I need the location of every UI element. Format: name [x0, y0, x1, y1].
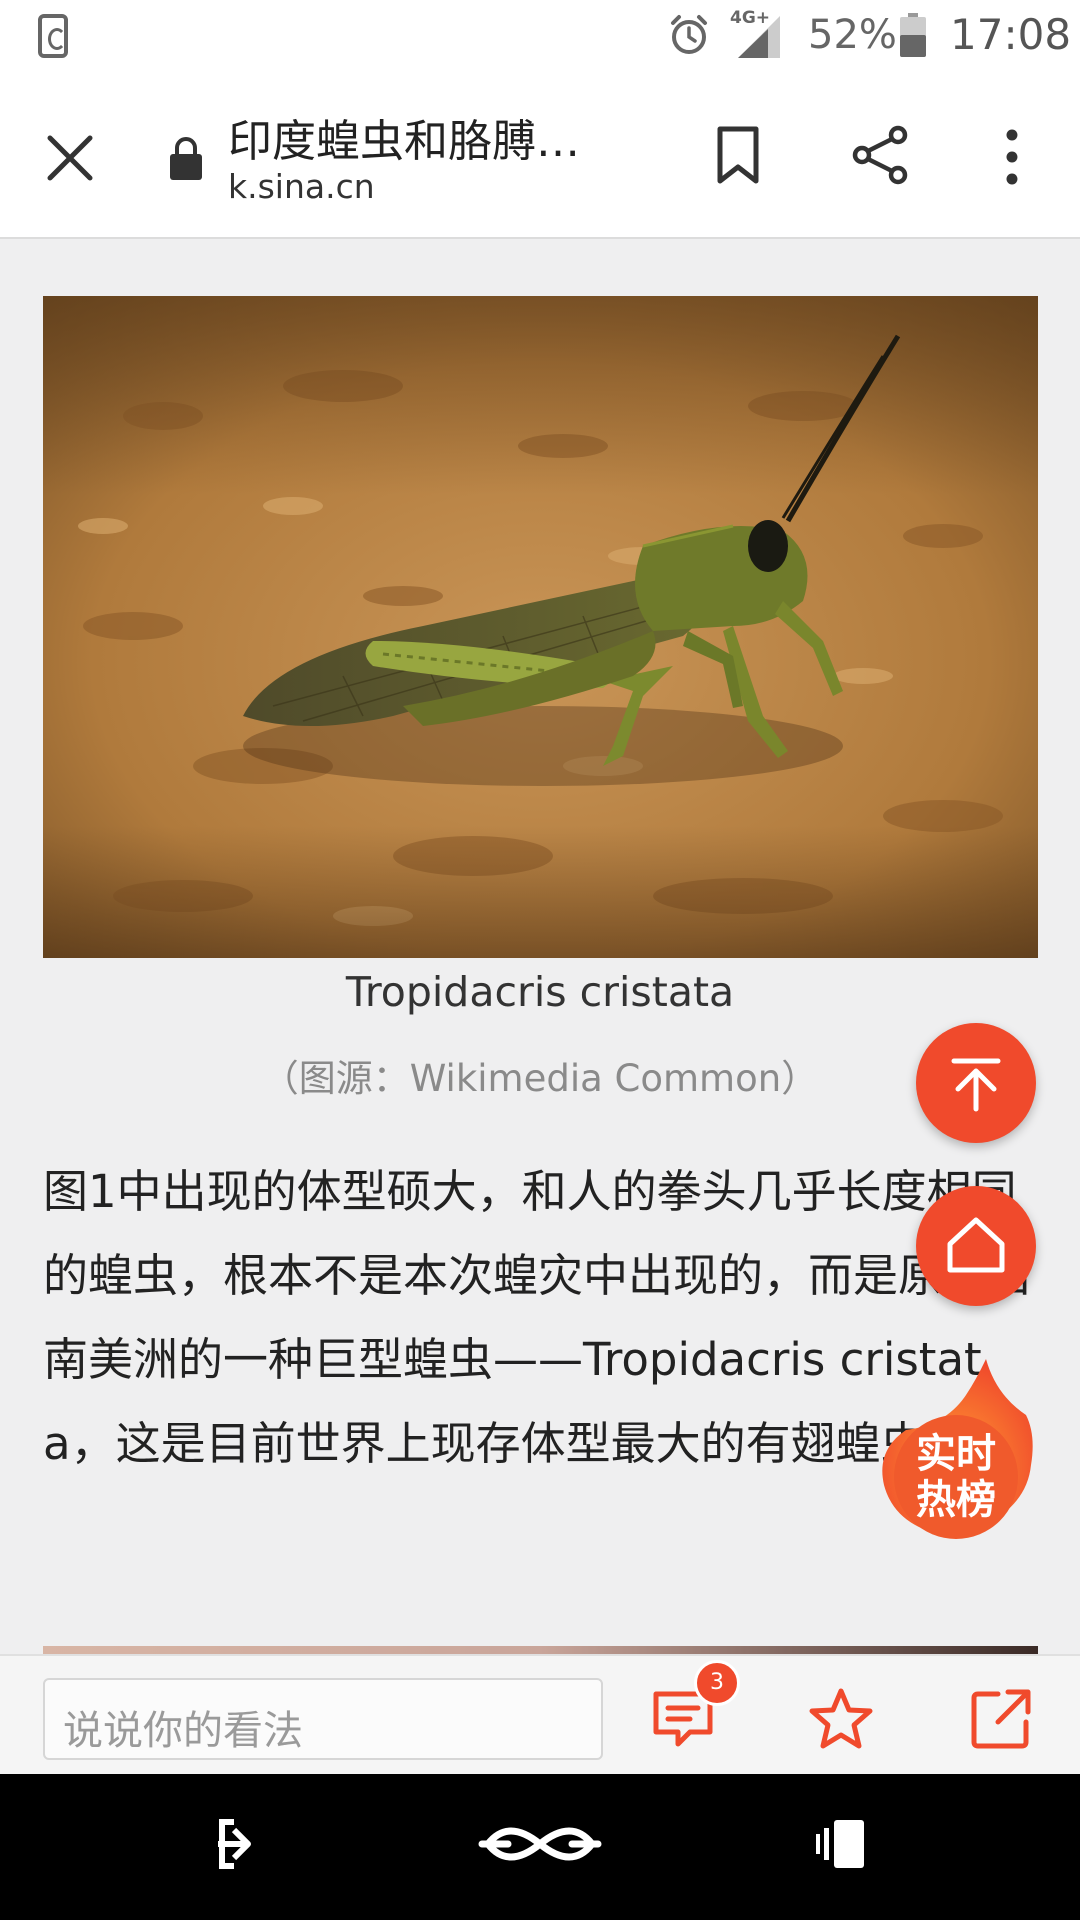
home-gesture-icon[interactable]: [478, 1812, 602, 1876]
page-url[interactable]: k.sina.cn: [228, 167, 375, 206]
comment-bar: 说说你的看法 3: [0, 1654, 1080, 1774]
arrow-up-icon: [951, 1058, 1001, 1112]
next-image-preview: [43, 1646, 1038, 1654]
signal-icon: [730, 16, 780, 58]
browser-toolbar: 印度蝗虫和胳膊… k.sina.cn: [0, 75, 1080, 239]
hot-list-label-line2: 热榜: [916, 1477, 996, 1523]
clock: 17:08: [950, 10, 1072, 59]
home-icon: [947, 1217, 1005, 1273]
close-icon[interactable]: [42, 130, 98, 186]
favorite-star-icon[interactable]: [808, 1686, 874, 1752]
image-caption: Tropidacris cristata: [345, 968, 735, 1016]
battery-icon: [900, 13, 926, 57]
comment-input[interactable]: 说说你的看法: [43, 1678, 603, 1760]
lock-icon: [170, 137, 202, 180]
page-title[interactable]: 印度蝗虫和胳膊…: [228, 105, 580, 169]
screenshot-notification-icon: [38, 14, 68, 58]
hot-list-button[interactable]: 实时 热榜: [876, 1355, 1036, 1540]
system-navigation-bar: [0, 1774, 1080, 1920]
comment-placeholder: 说说你的看法: [63, 1708, 303, 1754]
battery-percentage: 52%: [808, 12, 897, 58]
alarm-icon: [671, 15, 707, 54]
hot-list-label-line1: 实时: [916, 1431, 996, 1477]
scroll-to-top-button[interactable]: [916, 1023, 1036, 1143]
share-icon[interactable]: [850, 123, 912, 187]
grasshopper-photo[interactable]: [43, 296, 1038, 958]
comment-count-badge: 3: [694, 1660, 740, 1706]
more-options-icon[interactable]: [1000, 125, 1024, 189]
external-share-icon[interactable]: [968, 1686, 1034, 1752]
status-bar: 4G+ 52% 17:08: [0, 0, 1080, 75]
back-icon[interactable]: [212, 1814, 268, 1874]
home-button[interactable]: [916, 1186, 1036, 1306]
bookmark-icon[interactable]: [710, 123, 766, 187]
recent-apps-icon[interactable]: [814, 1814, 870, 1874]
